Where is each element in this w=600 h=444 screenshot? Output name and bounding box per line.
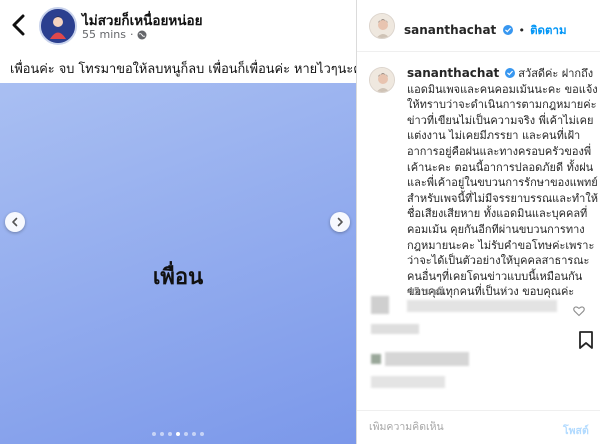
pagination-dot[interactable]	[152, 432, 156, 436]
pagination-dot[interactable]	[160, 432, 164, 436]
previous-photo-button[interactable]	[5, 212, 25, 232]
header-dot: •	[518, 24, 525, 37]
comment-bar: โพสต์	[357, 410, 600, 444]
chevron-right-icon	[337, 217, 343, 227]
follow-button[interactable]: ติดตาม	[530, 23, 566, 37]
pagination-dot[interactable]	[184, 432, 188, 436]
post-header: ไม่สวยก็เหนื่อยหน่อย 55 mins ·	[0, 0, 356, 50]
photo-pagination-dots	[0, 432, 356, 436]
blurred-avatar	[371, 296, 389, 314]
page-logo	[41, 9, 75, 43]
back-button[interactable]	[10, 14, 28, 36]
facebook-post: ไม่สวยก็เหนื่อยหน่อย 55 mins · เพื่อนค่ะ…	[0, 0, 369, 444]
pagination-dot[interactable]	[168, 432, 172, 436]
verified-badge-icon	[503, 25, 514, 35]
post-caption: เพื่อนค่ะ จบ โทรมาขอให้ลบหนูก็ลบ เพื่อนก…	[10, 62, 369, 77]
comment-input[interactable]	[369, 421, 539, 433]
pagination-dot[interactable]	[176, 432, 180, 436]
ig-header: sananthachat • ติดตาม	[357, 0, 600, 52]
meta-separator: ·	[129, 28, 134, 41]
pagination-dot[interactable]	[192, 432, 196, 436]
ig-caption: sananthachat สวัสดีค่ะ ฝากถึงแอดมินเพจแล…	[407, 66, 599, 300]
blurred-icon	[371, 354, 381, 364]
post-photo[interactable]: เพื่อน	[0, 83, 356, 444]
blurred-date	[371, 376, 445, 388]
caption-time: 45 นาที	[407, 286, 444, 298]
globe-icon	[137, 30, 147, 39]
post-time[interactable]: 55 mins	[82, 28, 126, 41]
profile-avatar[interactable]	[369, 13, 395, 39]
blurred-likes	[385, 352, 469, 366]
chevron-left-icon	[12, 14, 25, 36]
chevron-left-icon	[12, 217, 18, 227]
photo-text: เพื่อน	[152, 265, 204, 290]
caption-username[interactable]: sananthachat	[407, 66, 499, 80]
blurred-comment	[371, 324, 419, 334]
post-meta: 55 mins ·	[82, 28, 147, 41]
post-comment-button[interactable]: โพสต์	[563, 422, 589, 439]
username[interactable]: sananthachat	[404, 23, 496, 37]
profile-picture	[370, 14, 394, 38]
profile-picture	[370, 68, 394, 92]
caption-text: สวัสดีค่ะ ฝากถึงแอดมินเพจและคนคอมเม้นนะค…	[407, 67, 598, 299]
page-avatar[interactable]	[39, 7, 77, 45]
caption-avatar[interactable]	[369, 67, 395, 93]
verified-badge-icon	[505, 68, 516, 78]
next-photo-button[interactable]	[330, 212, 350, 232]
ig-header-user: sananthachat • ติดตาม	[404, 19, 567, 40]
heart-icon[interactable]	[573, 305, 585, 317]
pagination-dot[interactable]	[200, 432, 204, 436]
blurred-comment	[407, 300, 557, 312]
bookmark-icon[interactable]	[578, 331, 594, 349]
instagram-panel: sananthachat • ติดตาม sananthachat สวัสด…	[356, 0, 600, 444]
